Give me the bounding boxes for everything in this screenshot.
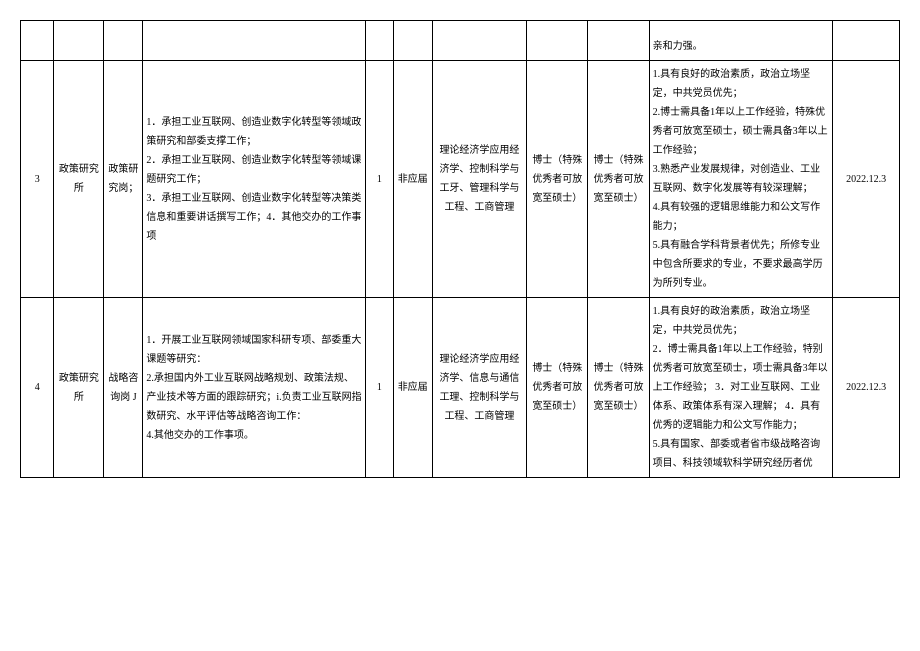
table-row: 亲和力强。 bbox=[21, 21, 900, 61]
table-row: 3 政策研究所 政策研究岗； 1．承担工业互联网、创造业数字化转型等领域政策研究… bbox=[21, 61, 900, 298]
cell-post: 战略咨询岗 J bbox=[104, 298, 143, 478]
cell-duty: 1．承担工业互联网、创造业数字化转型等领域政策研究和部委支撑工作；2．承担工业互… bbox=[143, 61, 366, 298]
table-row: 4 政策研究所 战略咨询岗 J 1．开展工业互联网领域国家科研专项、部委重大课题… bbox=[21, 298, 900, 478]
cell-duty bbox=[143, 21, 366, 61]
cell-edu2: 博士（特殊优秀者可放宽至硕士） bbox=[588, 61, 649, 298]
cell-num bbox=[21, 21, 54, 61]
cell-edu1: 博士（特殊优秀者可放宽至硕士） bbox=[527, 61, 588, 298]
cell-duty: 1．开展工业互联网领域国家科研专项、部委重大课题等研究：2.承担国内外工业互联网… bbox=[143, 298, 366, 478]
cell-type bbox=[393, 21, 432, 61]
cell-post: 政策研究岗； bbox=[104, 61, 143, 298]
cell-edu2 bbox=[588, 21, 649, 61]
cell-date: 2022.12.3 bbox=[833, 298, 900, 478]
cell-num: 3 bbox=[21, 61, 54, 298]
cell-count: 1 bbox=[365, 61, 393, 298]
cell-major: 理论经济学应用经济学、控制科学与工牙、管理科学与工程、工商管理 bbox=[432, 61, 527, 298]
cell-count: 1 bbox=[365, 298, 393, 478]
cell-type: 非应届 bbox=[393, 298, 432, 478]
cell-req: 1.具有良好的政治素质，政治立场坚定，中共党员优先；2.博士需具备1年以上工作经… bbox=[649, 61, 833, 298]
cell-edu1 bbox=[527, 21, 588, 61]
cell-major: 理论经济学应用经济学、信息与通信工理、控制科学与工程、工商管理 bbox=[432, 298, 527, 478]
cell-post bbox=[104, 21, 143, 61]
cell-count bbox=[365, 21, 393, 61]
cell-type: 非应届 bbox=[393, 61, 432, 298]
cell-dept bbox=[54, 21, 104, 61]
cell-req: 1.具有良好的政治素质，政治立场坚定，中共党员优先；2．博士需具备1年以上工作经… bbox=[649, 298, 833, 478]
cell-edu1: 博士（特殊优秀者可放宽至硕士） bbox=[527, 298, 588, 478]
cell-dept: 政策研究所 bbox=[54, 298, 104, 478]
cell-date: 2022.12.3 bbox=[833, 61, 900, 298]
cell-edu2: 博士（特殊优秀者可放宽至硕士） bbox=[588, 298, 649, 478]
cell-major bbox=[432, 21, 527, 61]
policy-table: 亲和力强。 3 政策研究所 政策研究岗； 1．承担工业互联网、创造业数字化转型等… bbox=[20, 20, 900, 478]
cell-req: 亲和力强。 bbox=[649, 21, 833, 61]
cell-num: 4 bbox=[21, 298, 54, 478]
cell-dept: 政策研究所 bbox=[54, 61, 104, 298]
cell-date bbox=[833, 21, 900, 61]
